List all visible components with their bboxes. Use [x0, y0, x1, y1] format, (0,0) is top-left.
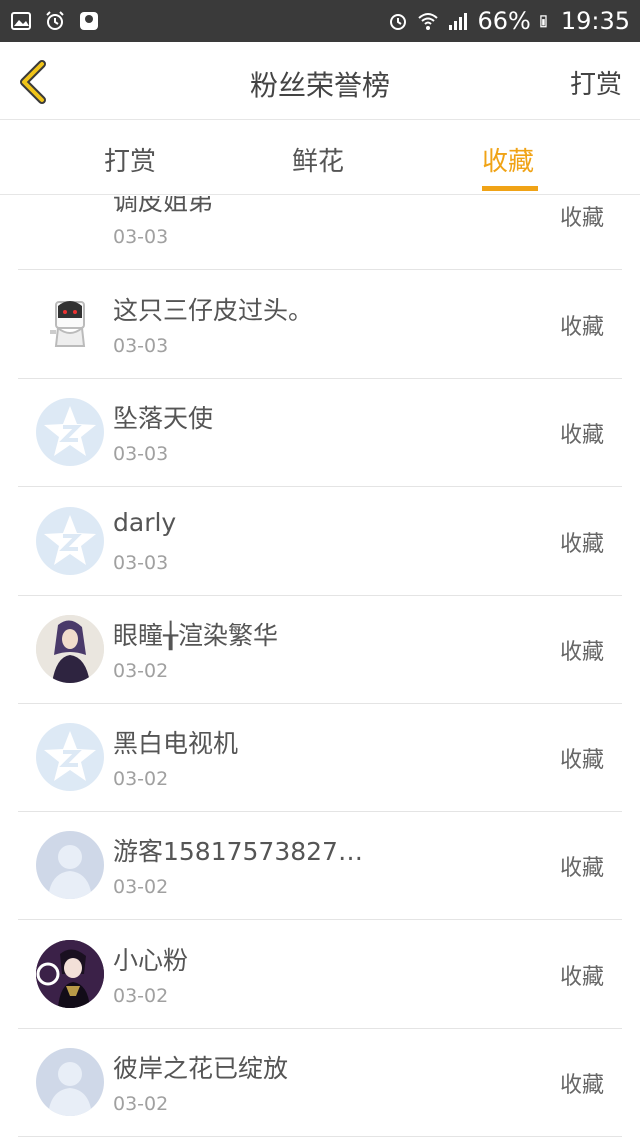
user-name: 眼瞳╁渲染繁华 [113, 621, 279, 650]
photo-girl-icon [36, 615, 104, 683]
fan-list[interactable]: 调皮姐弟 03-03 收藏 这只三仔皮过头。 03-03 收藏 坠落天使 03-… [0, 196, 640, 1138]
item-date: 03-02 [113, 1093, 169, 1115]
qq-star-icon [44, 406, 96, 456]
avatar[interactable] [36, 831, 104, 899]
item-date: 03-02 [113, 660, 169, 682]
avatar[interactable] [36, 290, 104, 358]
default-user-icon [48, 845, 92, 899]
item-date: 03-03 [113, 335, 169, 357]
list-item[interactable]: 彼岸之花已绽放 03-02 收藏 [18, 1029, 622, 1137]
user-name: 彼岸之花已绽放 [113, 1054, 289, 1083]
item-action: 收藏 [559, 206, 604, 231]
avatar[interactable] [36, 398, 104, 466]
item-date: 03-03 [113, 552, 169, 574]
item-date: 03-02 [113, 985, 169, 1007]
wifi-icon [418, 13, 439, 30]
list-item[interactable]: 坠落天使 03-03 收藏 [18, 379, 622, 487]
avatar[interactable] [36, 507, 104, 575]
item-date: 03-02 [113, 768, 169, 790]
qq-star-icon [44, 731, 96, 781]
status-right: 66% 19:35 [387, 7, 630, 35]
item-action: 收藏 [559, 1073, 604, 1098]
item-date: 03-02 [113, 876, 169, 898]
item-action: 收藏 [559, 965, 604, 990]
item-action: 收藏 [559, 532, 604, 557]
item-date: 03-03 [113, 226, 169, 248]
list-item[interactable]: 游客15817573827… 03-02 收藏 [18, 812, 622, 920]
item-date: 03-03 [113, 443, 169, 465]
user-name: darly [113, 508, 177, 537]
reward-button[interactable]: 打赏 [570, 64, 622, 101]
cartoon-icon [50, 301, 86, 347]
list-item[interactable]: 调皮姐弟 03-03 收藏 [18, 196, 622, 270]
item-action: 收藏 [559, 315, 604, 340]
avatar[interactable] [36, 723, 104, 791]
gallery-icon [11, 12, 31, 30]
header: 粉丝荣誉榜 打赏 [0, 42, 640, 120]
list-item[interactable]: 这只三仔皮过头。 03-03 收藏 [18, 271, 622, 379]
battery-icon [540, 15, 547, 28]
user-name: 调皮姐弟 [113, 196, 214, 216]
tab-favorites[interactable]: 收藏 [482, 141, 534, 178]
list-item[interactable]: 眼瞳╁渲染繁华 03-02 收藏 [18, 596, 622, 704]
avatar[interactable] [36, 1048, 104, 1116]
user-name: 黑白电视机 [113, 729, 239, 758]
avatar[interactable] [36, 615, 104, 683]
item-action: 收藏 [559, 856, 604, 881]
default-user-icon [48, 1062, 92, 1116]
tab-reward[interactable]: 打赏 [104, 141, 156, 178]
list-item[interactable]: 小心粉 03-02 收藏 [18, 921, 622, 1029]
status-bar: 66% 19:35 [0, 0, 640, 42]
user-name: 小心粉 [113, 946, 189, 975]
alarm-icon [46, 11, 64, 30]
user-name: 游客15817573827… [113, 837, 363, 866]
battery-percent: 66% [477, 7, 531, 35]
anime-character-icon [36, 940, 104, 1008]
item-action: 收藏 [559, 640, 604, 665]
clock: 19:35 [560, 7, 630, 35]
qq-star-icon [44, 515, 96, 565]
page-title: 粉丝荣誉榜 [249, 69, 390, 102]
item-action: 收藏 [559, 423, 604, 448]
alarm-status-icon [390, 14, 407, 30]
tab-flowers[interactable]: 鲜花 [292, 141, 344, 178]
tab-bar: 打赏 鲜花 收藏 [0, 121, 640, 195]
user-name: 坠落天使 [113, 404, 214, 433]
active-tab-indicator [482, 186, 538, 191]
avatar[interactable] [36, 940, 104, 1008]
list-item[interactable]: 黑白电视机 03-02 收藏 [18, 704, 622, 812]
item-action: 收藏 [559, 748, 604, 773]
user-name: 这只三仔皮过头。 [113, 296, 314, 325]
signal-icon [449, 13, 468, 30]
app-notification-icon [80, 12, 98, 30]
list-item[interactable]: darly 03-03 收藏 [18, 488, 622, 596]
status-left-icons [10, 10, 100, 32]
